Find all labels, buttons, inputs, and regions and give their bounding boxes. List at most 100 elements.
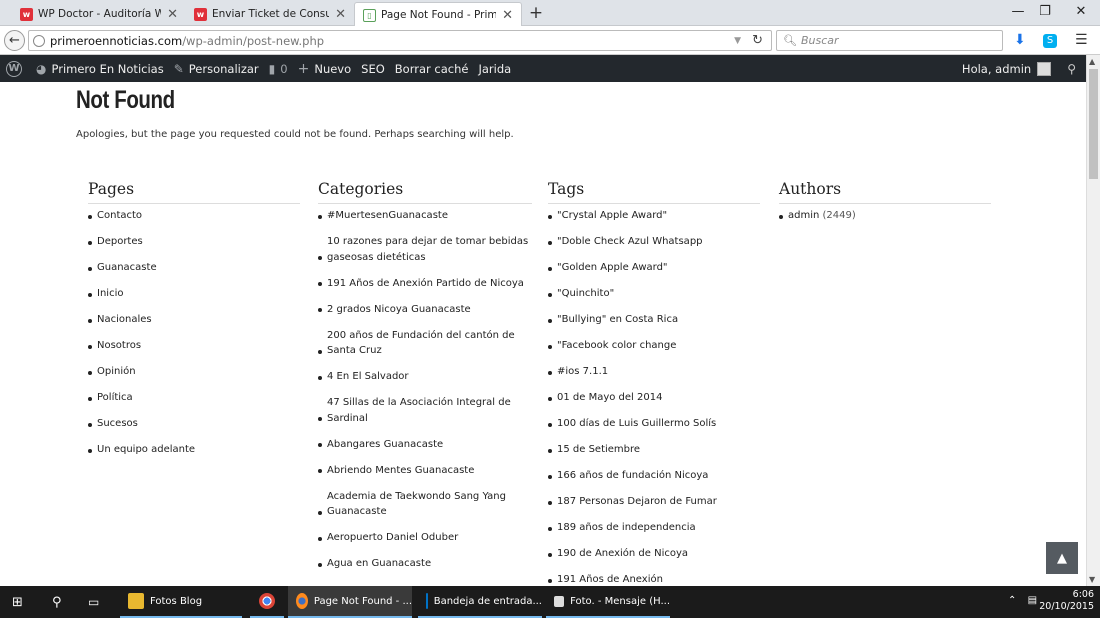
tag-link[interactable]: "Golden Apple Award" bbox=[548, 260, 760, 276]
admin-comments-link[interactable]: ▮ 0 bbox=[269, 62, 288, 76]
close-icon[interactable]: ✕ bbox=[335, 7, 346, 22]
tag-link[interactable]: 190 de Anexión de Nicoya bbox=[548, 546, 760, 562]
widget-title: Pages bbox=[88, 180, 300, 204]
tag-link[interactable]: 01 de Mayo del 2014 bbox=[548, 390, 760, 406]
category-link[interactable]: Aeropuerto Daniel Oduber bbox=[318, 530, 532, 546]
browser-nav-bar: ← primeroennoticias.com/wp-admin/post-ne… bbox=[0, 26, 1100, 55]
page-link[interactable]: Contacto bbox=[88, 208, 300, 224]
scroll-down-icon[interactable]: ▼ bbox=[1089, 575, 1095, 584]
tag-link[interactable]: 166 años de fundación Nicoya bbox=[548, 468, 760, 484]
category-link[interactable]: 4 En El Salvador bbox=[318, 369, 532, 385]
category-link[interactable]: Academia de Taekwondo Sang Yang Guanacas… bbox=[318, 489, 532, 520]
tag-link[interactable]: 15 de Setiembre bbox=[548, 442, 760, 458]
tag-link[interactable]: "Crystal Apple Award" bbox=[548, 208, 760, 224]
tag-link[interactable]: "Quinchito" bbox=[548, 286, 760, 302]
admin-seo-link[interactable]: SEO bbox=[361, 62, 385, 76]
category-link[interactable]: Agua en Guanacaste bbox=[318, 556, 532, 572]
category-link[interactable]: #MuertesenGuanacaste bbox=[318, 208, 532, 224]
tag-link[interactable]: 187 Personas Dejaron de Fumar bbox=[548, 494, 760, 510]
firefox-icon bbox=[296, 593, 308, 609]
system-tray[interactable]: ⌃ ▤ bbox=[1008, 595, 1037, 606]
admin-customize-link[interactable]: ✎ Personalizar bbox=[174, 62, 259, 76]
tab-label: WP Doctor - Auditoría Wo... bbox=[38, 8, 162, 20]
tag-link[interactable]: #ios 7.1.1 bbox=[548, 364, 760, 380]
admin-account[interactable]: Hola, admin ⚲ bbox=[962, 55, 1076, 82]
admin-jarida-link[interactable]: Jarida bbox=[478, 62, 511, 76]
windows-start-button[interactable]: ⊞ bbox=[12, 586, 23, 618]
page-link[interactable]: Deportes bbox=[88, 234, 300, 250]
page-link[interactable]: Nacionales bbox=[88, 312, 300, 328]
scroll-up-icon[interactable]: ▲ bbox=[1089, 57, 1095, 66]
admin-new-link[interactable]: + Nuevo bbox=[298, 61, 352, 77]
author-item[interactable]: admin (2449) bbox=[779, 208, 991, 224]
page-scrollbar[interactable]: ▲ ▼ bbox=[1086, 55, 1100, 586]
category-link[interactable]: 2 grados Nicoya Guanacaste bbox=[318, 302, 532, 318]
category-link[interactable]: 191 Años de Anexión Partido de Nicoya bbox=[318, 276, 532, 292]
tag-link[interactable]: 191 Años de Anexión bbox=[548, 572, 760, 586]
tag-link[interactable]: 100 días de Luis Guillermo Solís bbox=[548, 416, 760, 432]
search-input[interactable]: 🔍︎ Buscar bbox=[776, 30, 1003, 51]
avatar bbox=[1037, 61, 1052, 76]
restore-button[interactable]: ❐ bbox=[1030, 4, 1060, 19]
category-link[interactable]: 10 razones para dejar de tomar bebidas g… bbox=[318, 234, 532, 265]
taskbar-app-label: Page Not Found - ... bbox=[313, 595, 412, 607]
chrome-icon bbox=[259, 593, 275, 609]
close-icon[interactable]: ✕ bbox=[502, 8, 513, 23]
dropdown-arrow-icon[interactable]: ▼ bbox=[734, 36, 741, 46]
page-link[interactable]: Opinión bbox=[88, 364, 300, 380]
browser-tab-active[interactable]: ▯ Page Not Found - Primero... ✕ bbox=[354, 2, 522, 27]
taskbar-app-message[interactable]: Foto. - Mensaje (H... bbox=[546, 586, 670, 618]
reload-icon[interactable]: ↻ bbox=[752, 33, 763, 48]
category-link[interactable]: Abriendo Mentes Guanacaste bbox=[318, 463, 532, 479]
page-link[interactable]: Nosotros bbox=[88, 338, 300, 354]
windows-taskbar: ⊞ ⚲ ▭ Fotos Blog Page Not Found - ... Ba… bbox=[0, 586, 1100, 618]
url-bar[interactable]: primeroennoticias.com/wp-admin/post-new.… bbox=[28, 30, 772, 51]
taskbar-app-fotos-blog[interactable]: Fotos Blog bbox=[120, 586, 242, 618]
category-link[interactable]: Abangares Guanacaste bbox=[318, 437, 532, 453]
download-icon[interactable]: ⬇ bbox=[1014, 32, 1026, 48]
tag-link[interactable]: 189 años de independencia bbox=[548, 520, 760, 536]
back-button[interactable]: ← bbox=[4, 30, 25, 51]
task-view-icon[interactable]: ▭ bbox=[88, 586, 99, 618]
scrollbar-thumb[interactable] bbox=[1089, 69, 1098, 179]
page-link[interactable]: Sucesos bbox=[88, 416, 300, 432]
page-link[interactable]: Política bbox=[88, 390, 300, 406]
new-tab-button[interactable]: + bbox=[526, 3, 546, 23]
clock-date: 20/10/2015 bbox=[1039, 601, 1094, 612]
category-link[interactable]: 47 Sillas de la Asociación Integral de S… bbox=[318, 395, 532, 426]
minimize-button[interactable]: — bbox=[1003, 4, 1033, 19]
widget-categories: Categories #MuertesenGuanacaste 10 razon… bbox=[318, 180, 532, 582]
taskbar-app-firefox[interactable]: Page Not Found - ... bbox=[288, 586, 412, 618]
page-link[interactable]: Inicio bbox=[88, 286, 300, 302]
page-content: Not Found Apologies, but the page you re… bbox=[0, 82, 1086, 586]
tag-link[interactable]: "Doble Check Azul Whatsapp bbox=[548, 234, 760, 250]
wordpress-icon[interactable]: W bbox=[6, 60, 22, 77]
close-icon[interactable]: ✕ bbox=[167, 7, 178, 22]
close-window-button[interactable]: ✕ bbox=[1066, 4, 1096, 19]
page-link[interactable]: Guanacaste bbox=[88, 260, 300, 276]
browser-tab-bar: w WP Doctor - Auditoría Wo... ✕ w Enviar… bbox=[0, 0, 1100, 27]
admin-site-link[interactable]: ◕ Primero En Noticias bbox=[36, 62, 164, 76]
chevron-up-icon[interactable]: ⌃ bbox=[1008, 595, 1016, 606]
search-icon[interactable]: ⚲ bbox=[52, 586, 62, 618]
search-icon[interactable]: ⚲ bbox=[1067, 62, 1076, 76]
admin-cache-link[interactable]: Borrar caché bbox=[395, 62, 469, 76]
menu-icon[interactable]: ☰ bbox=[1075, 32, 1088, 48]
category-link[interactable]: 200 años de Fundación del cantón de Sant… bbox=[318, 328, 532, 359]
notification-icon[interactable]: ▤ bbox=[1028, 595, 1037, 606]
back-to-top-button[interactable]: ▲ bbox=[1046, 542, 1078, 574]
taskbar-app-outlook[interactable]: Bandeja de entrada... bbox=[418, 586, 542, 618]
browser-tab-ticket[interactable]: w Enviar Ticket de Consulta ... ✕ bbox=[186, 2, 354, 26]
categories-list: #MuertesenGuanacaste 10 razones para dej… bbox=[318, 208, 532, 572]
tag-link[interactable]: "Bullying" en Costa Rica bbox=[548, 312, 760, 328]
taskbar-clock[interactable]: 6:06 20/10/2015 bbox=[1039, 589, 1094, 613]
pages-list: Contacto Deportes Guanacaste Inicio Naci… bbox=[88, 208, 300, 458]
tab-label: Enviar Ticket de Consulta ... bbox=[212, 8, 330, 20]
browser-tab-wp-doctor[interactable]: w WP Doctor - Auditoría Wo... ✕ bbox=[12, 2, 186, 26]
skype-icon[interactable]: S bbox=[1043, 34, 1057, 48]
page-link[interactable]: Un equipo adelante bbox=[88, 442, 300, 458]
tag-link[interactable]: "Facebook color change bbox=[548, 338, 760, 354]
taskbar-app-chrome[interactable] bbox=[250, 586, 284, 618]
author-name[interactable]: admin bbox=[788, 210, 819, 221]
plus-icon: + bbox=[297, 60, 310, 77]
